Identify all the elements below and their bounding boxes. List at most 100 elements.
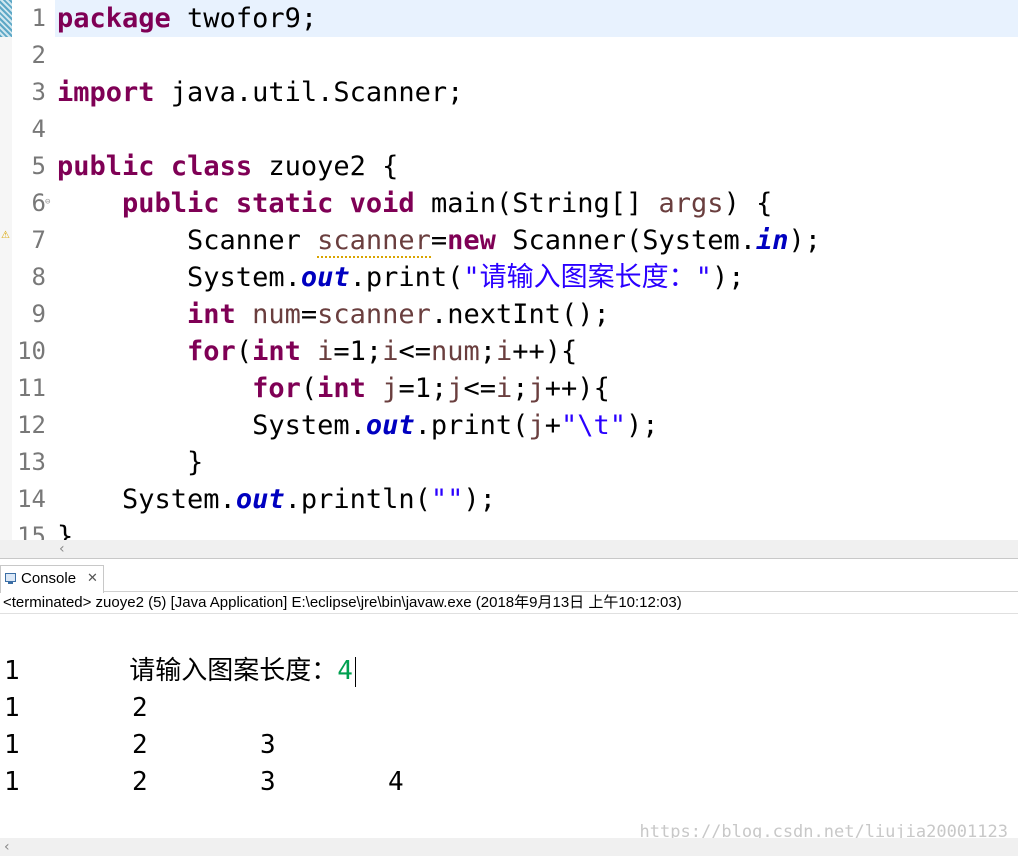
- fold-collapse-icon[interactable]: ⊖: [45, 198, 53, 207]
- code-line[interactable]: for(int i=1;i<=num;i++){: [57, 333, 577, 370]
- code-token: );: [463, 484, 496, 515]
- code-token: void: [349, 188, 415, 219]
- code-token: =1;: [333, 336, 383, 367]
- code-token: );: [626, 410, 659, 441]
- code-token: j: [528, 410, 545, 441]
- code-token: ++){: [544, 373, 610, 404]
- line-number: 14: [17, 485, 46, 513]
- line-number: 9: [31, 300, 46, 328]
- code-token: +: [544, 410, 561, 441]
- code-token: static: [235, 188, 334, 219]
- code-token: ;: [479, 336, 497, 367]
- code-token: i: [496, 373, 513, 404]
- console-output-value: 1: [4, 693, 20, 723]
- code-line[interactable]: import java.util.Scanner;: [57, 74, 463, 111]
- code-token: import: [57, 77, 155, 108]
- scroll-left-icon[interactable]: ‹: [4, 838, 10, 856]
- console-output-value: 3: [260, 730, 276, 760]
- code-line[interactable]: public class zuoye2 {: [57, 148, 398, 185]
- code-line[interactable]: package twofor9;: [57, 0, 317, 37]
- console-tab-label: Console: [21, 570, 77, 587]
- code-token: out: [365, 410, 415, 441]
- code-line[interactable]: Scanner scanner=new Scanner(System.in);: [57, 222, 821, 259]
- line-number: 7: [31, 226, 46, 254]
- code-token: ) {: [723, 188, 773, 219]
- code-token: public: [57, 151, 155, 182]
- code-token: .print(: [349, 262, 464, 293]
- code-token: new: [447, 225, 496, 256]
- console-output-value: 1: [4, 730, 20, 760]
- code-line[interactable]: System.out.print("请输入图案长度：");: [57, 259, 744, 296]
- code-line[interactable]: public static void main(String[] args) {: [57, 185, 772, 222]
- console-horizontal-scrollbar[interactable]: ‹: [0, 838, 1018, 856]
- editor-hscroll-gutter: [0, 540, 55, 558]
- code-token: out: [235, 484, 285, 515]
- code-line[interactable]: }: [57, 444, 203, 481]
- code-line[interactable]: int num=scanner.nextInt();: [57, 296, 610, 333]
- code-token: twofor9;: [170, 3, 318, 34]
- code-token: System.: [57, 484, 236, 515]
- code-token: int: [252, 336, 301, 367]
- code-token: num: [430, 336, 480, 367]
- code-editor[interactable]: ⚠ 1 2 3 4 5 6 7 8 9 10 11 12 13 14 15 ⊖ package twofor…: [0, 0, 1018, 540]
- code-token: j: [447, 373, 464, 404]
- console-output-value: 1: [4, 656, 20, 686]
- code-token: i: [382, 336, 399, 367]
- code-token: "请输入图案长度：": [463, 262, 712, 293]
- code-token: =: [300, 299, 318, 330]
- code-token: <=: [398, 336, 431, 367]
- code-line[interactable]: System.out.println("");: [57, 481, 496, 518]
- code-token: (: [235, 336, 253, 367]
- code-token: "": [430, 484, 464, 515]
- code-token: <=: [463, 373, 496, 404]
- close-icon[interactable]: ✕: [87, 569, 98, 589]
- code-line[interactable]: }: [57, 518, 73, 540]
- line-number: 15: [17, 522, 46, 540]
- code-text-area[interactable]: package twofor9; import java.util.Scanner…: [55, 0, 1018, 540]
- code-token: System.: [57, 262, 301, 293]
- scroll-left-icon[interactable]: ‹: [59, 540, 65, 558]
- code-token: j: [528, 373, 545, 404]
- code-token: args: [658, 188, 724, 219]
- line-number: 10: [17, 337, 46, 365]
- code-token: .nextInt();: [430, 299, 610, 330]
- code-token: main(String[]: [414, 188, 659, 219]
- console-output[interactable]: 请输入图案长度：4 1121231234: [4, 616, 1014, 838]
- code-line[interactable]: for(int j=1;j<=i;j++){: [57, 370, 610, 407]
- code-token: .println(: [284, 484, 431, 515]
- line-number: 13: [17, 448, 46, 476]
- code-token: );: [711, 262, 745, 293]
- tab-console[interactable]: Console ✕: [0, 565, 104, 593]
- console-output-value: 2: [132, 767, 148, 797]
- line-number: 8: [31, 263, 46, 291]
- code-line[interactable]: System.out.print(j+"\t");: [57, 407, 659, 444]
- code-token: out: [300, 262, 350, 293]
- code-token: i: [496, 336, 513, 367]
- eclipse-window: ⚠ 1 2 3 4 5 6 7 8 9 10 11 12 13 14 15 ⊖ package twofor…: [0, 0, 1018, 856]
- code-token: =1;: [398, 373, 448, 404]
- line-number: 5: [31, 152, 46, 180]
- code-token: for: [187, 336, 236, 367]
- line-number: 3: [31, 78, 46, 106]
- line-number: 6: [31, 189, 46, 217]
- console-output-value: 1: [4, 767, 20, 797]
- code-token: );: [788, 225, 822, 256]
- console-output-line: 1 2 3: [4, 727, 1004, 764]
- code-token: (: [300, 373, 318, 404]
- code-token: package: [57, 3, 171, 34]
- code-token: }: [57, 447, 204, 478]
- line-number: 1: [31, 4, 46, 32]
- console-output-line: 1 2 3 4: [4, 764, 1004, 801]
- code-token: ;: [512, 373, 529, 404]
- editor-horizontal-scrollbar[interactable]: ‹: [55, 540, 1018, 558]
- code-token: int: [317, 373, 366, 404]
- line-number: 11: [17, 374, 46, 402]
